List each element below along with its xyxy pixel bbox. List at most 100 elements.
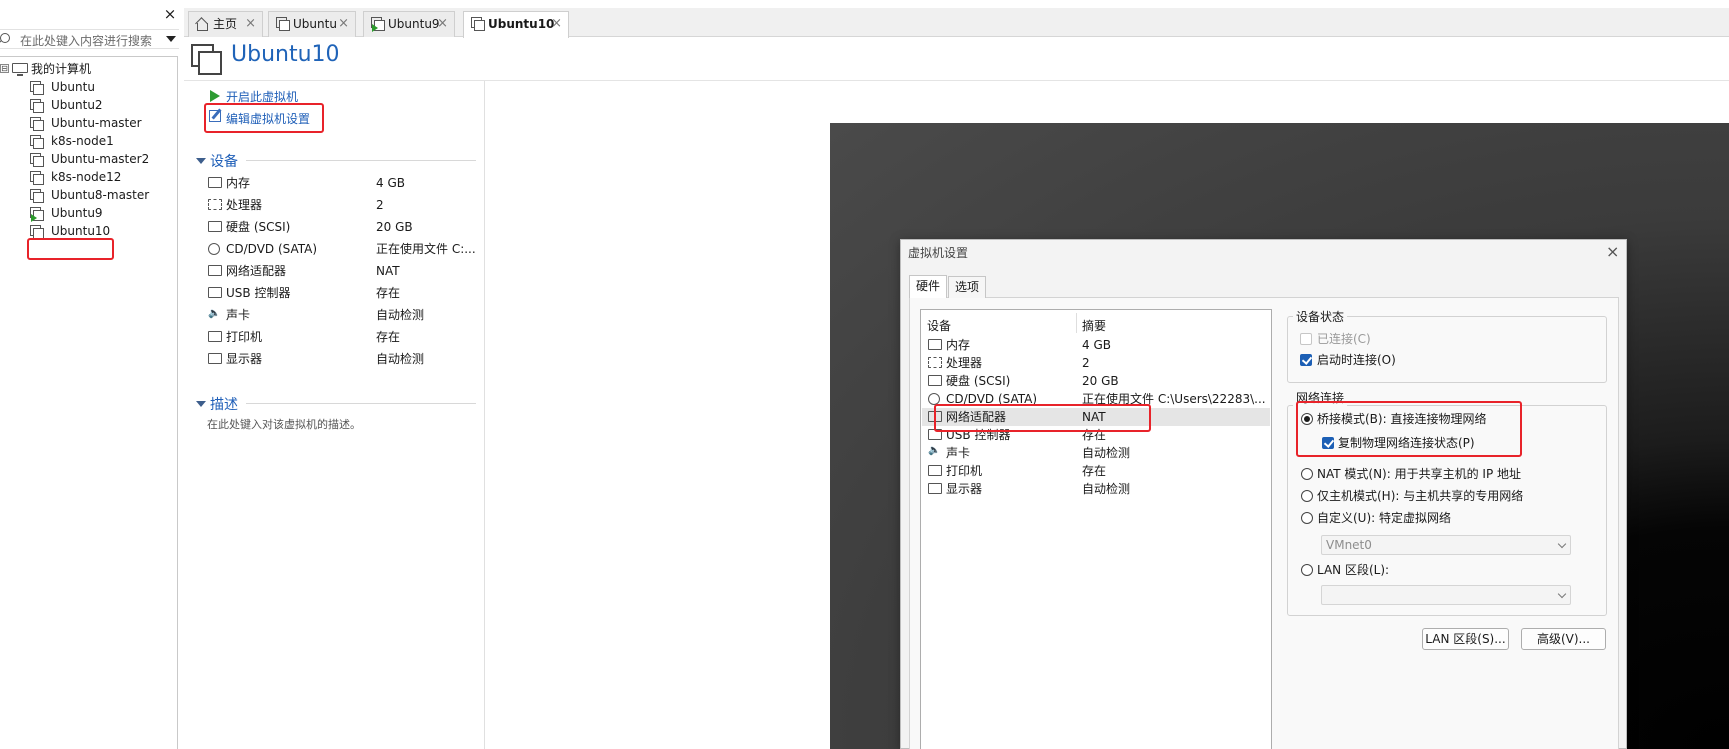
hardware-summary: 存在 (1082, 464, 1107, 478)
device-row[interactable]: CD/DVD (SATA) 正在使用文件 C:... (207, 239, 477, 259)
tab-options[interactable]: 选项 (948, 276, 987, 298)
device-status-group (1287, 316, 1607, 383)
column-header-summary[interactable]: 摘要 (1082, 317, 1106, 334)
tab-ubuntu[interactable]: Ubuntu × (268, 11, 356, 37)
library-close-icon[interactable]: × (163, 6, 177, 22)
hardware-row[interactable]: 声卡 自动检测 (922, 442, 1270, 462)
hardware-summary: NAT (1082, 410, 1106, 424)
hardware-row[interactable]: 硬盘 (SCSI) 20 GB (922, 372, 1270, 390)
device-row[interactable]: 硬盘 (SCSI) 20 GB (207, 217, 477, 237)
device-value: 自动检测 (376, 308, 425, 322)
device-row[interactable]: 网络适配器 NAT (207, 261, 477, 281)
tree-item-label: Ubuntu9 (51, 206, 103, 220)
device-value: 自动检测 (376, 352, 425, 366)
tab-label: 主页 (213, 17, 238, 31)
custom-network-select[interactable]: VMnet0 (1321, 535, 1571, 555)
tab-hardware[interactable]: 硬件 (909, 275, 948, 298)
hardware-row[interactable]: 显示器 自动检测 (922, 480, 1270, 498)
dialog-close-icon[interactable]: × (1606, 242, 1619, 261)
collapse-icon[interactable]: ⊟ (0, 64, 9, 73)
hardware-row[interactable]: 打印机 存在 (922, 462, 1270, 480)
replicate-state-label: 复制物理网络连接状态(P) (1338, 436, 1475, 450)
lan-segment-label: LAN 区段(L): (1317, 563, 1390, 577)
advanced-button[interactable]: 高级(V)... (1521, 628, 1606, 650)
tree-item-ubuntu2[interactable]: Ubuntu2 (0, 96, 176, 114)
nat-label: NAT 模式(N): 用于共享主机的 IP 地址 (1317, 467, 1522, 481)
hardware-name: 声卡 (946, 446, 971, 460)
vm-icon (471, 17, 485, 31)
device-row[interactable]: 内存 4 GB (207, 173, 477, 193)
column-header-device[interactable]: 设备 (927, 317, 951, 334)
tab-close-icon[interactable]: × (338, 12, 349, 36)
devices-collapse-icon[interactable] (196, 158, 206, 164)
device-name: 硬盘 (SCSI) (226, 220, 291, 234)
tree-item-ubuntu-master[interactable]: Ubuntu-master (0, 114, 176, 132)
power-on-link[interactable]: 开启此虚拟机 (226, 88, 298, 105)
tree-item-ubuntu9[interactable]: Ubuntu9 (0, 204, 176, 222)
device-status-title: 设备状态 (1293, 308, 1348, 325)
tab-home[interactable]: 主页 × (188, 11, 263, 37)
dialog-title: 虚拟机设置 (908, 246, 969, 260)
description-placeholder[interactable]: 在此处键入对该虚拟机的描述。 (207, 416, 361, 432)
description-collapse-icon[interactable] (196, 401, 206, 407)
tab-close-icon[interactable]: × (245, 12, 256, 36)
lan-segments-button[interactable]: LAN 区段(S)... (1422, 628, 1509, 650)
edit-settings-link[interactable]: 编辑虚拟机设置 (226, 110, 310, 127)
custom-network-value: VMnet0 (1326, 538, 1372, 552)
tree-item-ubuntu[interactable]: Ubuntu (0, 78, 176, 96)
library-tree: ⊟ 我的计算机 Ubuntu Ubuntu2 Ubuntu-master k8s-no… (0, 56, 178, 749)
usb-icon (208, 287, 222, 298)
hardware-row[interactable]: CD/DVD (SATA) 正在使用文件 C:\Users\22283\... (922, 390, 1270, 408)
hardware-name: 处理器 (946, 356, 983, 370)
vm-icon (276, 17, 290, 31)
vm-icon (30, 153, 44, 167)
memory-icon (208, 177, 222, 188)
library-search-field[interactable]: 在此处键入内容进行搜索 (0, 29, 179, 49)
vm-large-icon (191, 44, 222, 75)
tree-item-ubuntu8-master[interactable]: Ubuntu8-master (0, 186, 176, 204)
tree-item-label: Ubuntu2 (51, 98, 103, 112)
hardware-name: 显示器 (946, 482, 983, 496)
device-value: 2 (376, 198, 384, 212)
tree-item-label: Ubuntu-master (51, 116, 142, 130)
device-row[interactable]: USB 控制器 存在 (207, 283, 477, 303)
tab-ubuntu9[interactable]: Ubuntu9 × (363, 11, 455, 37)
tab-close-icon[interactable]: × (437, 12, 448, 36)
device-row[interactable]: 打印机 存在 (207, 327, 477, 347)
tree-item-ubuntu10[interactable]: Ubuntu10 (0, 222, 176, 240)
device-value: NAT (376, 264, 400, 278)
column-separator[interactable] (1076, 313, 1077, 333)
connect-at-power-on-label: 启动时连接(O) (1317, 353, 1396, 367)
tree-item-label: k8s-node12 (51, 170, 122, 184)
tree-item-k8s-node1[interactable]: k8s-node1 (0, 132, 176, 150)
hard-disk-icon (928, 375, 942, 386)
hardware-list: 设备 摘要 内存 4 GB 处理器 2 硬盘 (SCSI) 20 GB CD/DVD (SA… (920, 309, 1272, 749)
search-dropdown-arrow-icon[interactable] (166, 36, 176, 42)
device-row[interactable]: 处理器 2 (207, 195, 477, 215)
lan-segment-select[interactable] (1321, 585, 1571, 605)
device-row[interactable]: 显示器 自动检测 (207, 349, 477, 369)
tree-item-k8s-node12[interactable]: k8s-node12 (0, 168, 176, 186)
hardware-row[interactable]: USB 控制器 存在 (922, 426, 1270, 444)
tab-ubuntu10[interactable]: Ubuntu10 × (463, 11, 569, 38)
hardware-row[interactable]: 内存 4 GB (922, 336, 1270, 354)
tab-close-icon[interactable]: × (551, 12, 562, 36)
tree-item-ubuntu-master2[interactable]: Ubuntu-master2 (0, 150, 176, 168)
vm-icon (30, 81, 44, 95)
network-adapter-icon (208, 265, 222, 276)
library-search-placeholder: 在此处键入内容进行搜索 (20, 34, 153, 48)
sound-icon (208, 304, 222, 324)
hardware-row[interactable]: 网络适配器 NAT (922, 408, 1270, 426)
checkbox-icon (1300, 333, 1312, 345)
device-row[interactable]: 声卡 自动检测 (207, 304, 477, 325)
hardware-row[interactable]: 处理器 2 (922, 354, 1270, 372)
tab-label: Ubuntu9 (388, 17, 440, 31)
power-on-icon (210, 90, 220, 102)
printer-icon (928, 465, 942, 476)
printer-icon (208, 331, 222, 342)
tree-root-my-computer[interactable]: ⊟ 我的计算机 (0, 60, 176, 78)
hardware-name: 打印机 (946, 464, 983, 478)
home-icon (196, 18, 208, 31)
device-name: 打印机 (226, 330, 263, 344)
page-title: Ubuntu10 (231, 42, 340, 67)
